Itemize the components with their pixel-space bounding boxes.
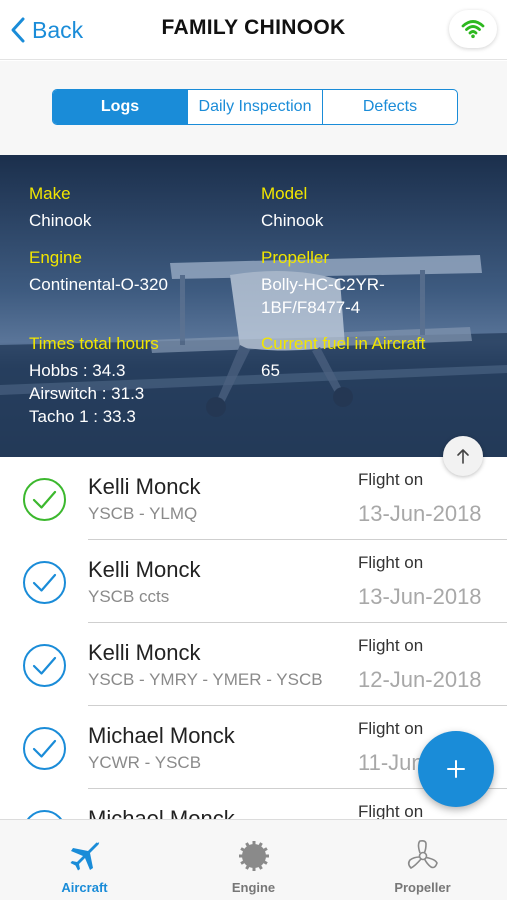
flight-on-label: Flight on: [358, 553, 424, 572]
check-circle-icon: [23, 478, 66, 521]
check-circle-icon: [23, 644, 66, 687]
list-item[interactable]: Kelli Monck YSCB ccts Flight on 13-Jun-2…: [0, 540, 507, 623]
times-total-hours-label: Times total hours: [29, 334, 159, 353]
check-circle-icon: [27, 810, 62, 819]
pilot-name: Kelli Monck: [88, 474, 201, 499]
aircraft-info-panel: Make Chinook Model Chinook Engine Contin…: [0, 155, 507, 457]
flight-on-label: Flight on: [358, 719, 424, 738]
model-value: Chinook: [261, 211, 324, 230]
propeller-label: Propeller: [261, 248, 330, 267]
segment-logs[interactable]: Logs: [53, 90, 188, 124]
list-item[interactable]: Kelli Monck YSCB - YMRY - YMER - YSCB Fl…: [0, 623, 507, 706]
engine-label: Engine: [29, 248, 82, 267]
list-item[interactable]: Kelli Monck YSCB - YLMQ Flight on 13-Jun…: [0, 457, 507, 540]
flight-route: YSCB - YMRY - YMER - YSCB: [88, 670, 323, 689]
model-label: Model: [261, 184, 308, 203]
make-value: Chinook: [29, 211, 92, 230]
tab-label: Propeller: [394, 880, 451, 895]
flight-route: YCWR - YSCB: [88, 753, 202, 772]
check-circle-icon: [23, 727, 66, 770]
tab-label: Aircraft: [61, 880, 108, 895]
flight-date: 13-Jun-2018: [358, 501, 482, 526]
flight-route: YSCB ccts: [88, 587, 170, 606]
scroll-up-button[interactable]: [443, 436, 483, 476]
wifi-icon: [461, 20, 485, 39]
pilot-name: Michael Monck: [88, 806, 235, 819]
flight-route: YSCB - YLMQ: [88, 504, 198, 523]
tacho-value: Tacho 1 : 33.3: [29, 407, 136, 426]
current-fuel-label: Current fuel in Aircraft: [261, 334, 426, 353]
hobbs-value: Hobbs : 34.3: [29, 361, 126, 380]
plus-icon: [447, 760, 465, 778]
engine-value: Continental-O-320: [29, 275, 168, 294]
airswitch-value: Airswitch : 31.3: [29, 384, 145, 403]
propeller-icon: [405, 838, 441, 874]
propeller-value-line1: Bolly-HC-C2YR-: [261, 275, 385, 294]
segment-bar: Logs Daily Inspection Defects: [0, 61, 507, 155]
current-fuel-value: 65: [261, 361, 280, 380]
top-bar: Back FAMILY CHINOOK: [0, 0, 507, 60]
pilot-name: Kelli Monck: [88, 640, 201, 665]
tab-aircraft[interactable]: Aircraft: [0, 820, 169, 900]
segmented-control: Logs Daily Inspection Defects: [52, 89, 458, 125]
make-label: Make: [29, 184, 71, 203]
flight-on-label: Flight on: [358, 802, 424, 819]
check-circle-icon: [23, 561, 66, 604]
tab-label: Engine: [231, 880, 276, 895]
flight-on-label: Flight on: [358, 636, 424, 655]
chevron-left-icon: [11, 17, 25, 43]
back-label: Back: [32, 16, 84, 43]
back-button[interactable]: Back: [10, 12, 83, 48]
flight-date: 13-Jun-2018: [358, 584, 482, 609]
segment-defects[interactable]: Defects: [323, 90, 457, 124]
propeller-value-line2: 1BF/F8477-4: [261, 298, 361, 317]
arrow-up-icon: [457, 449, 469, 464]
pilot-name: Michael Monck: [88, 723, 235, 748]
bottom-tab-bar: Aircraft Engine Propeller: [0, 819, 507, 900]
tab-engine[interactable]: Engine: [169, 820, 338, 900]
flight-date: 12-Jun-2018: [358, 667, 482, 692]
airplane-icon: [67, 838, 103, 874]
engine-gear-icon: [236, 838, 272, 874]
tab-propeller[interactable]: Propeller: [338, 820, 507, 900]
add-log-button[interactable]: [418, 731, 494, 807]
flight-on-label: Flight on: [358, 470, 424, 489]
segment-daily-inspection[interactable]: Daily Inspection: [188, 90, 323, 124]
connection-status-button[interactable]: [449, 10, 497, 48]
pilot-name: Kelli Monck: [88, 557, 201, 582]
